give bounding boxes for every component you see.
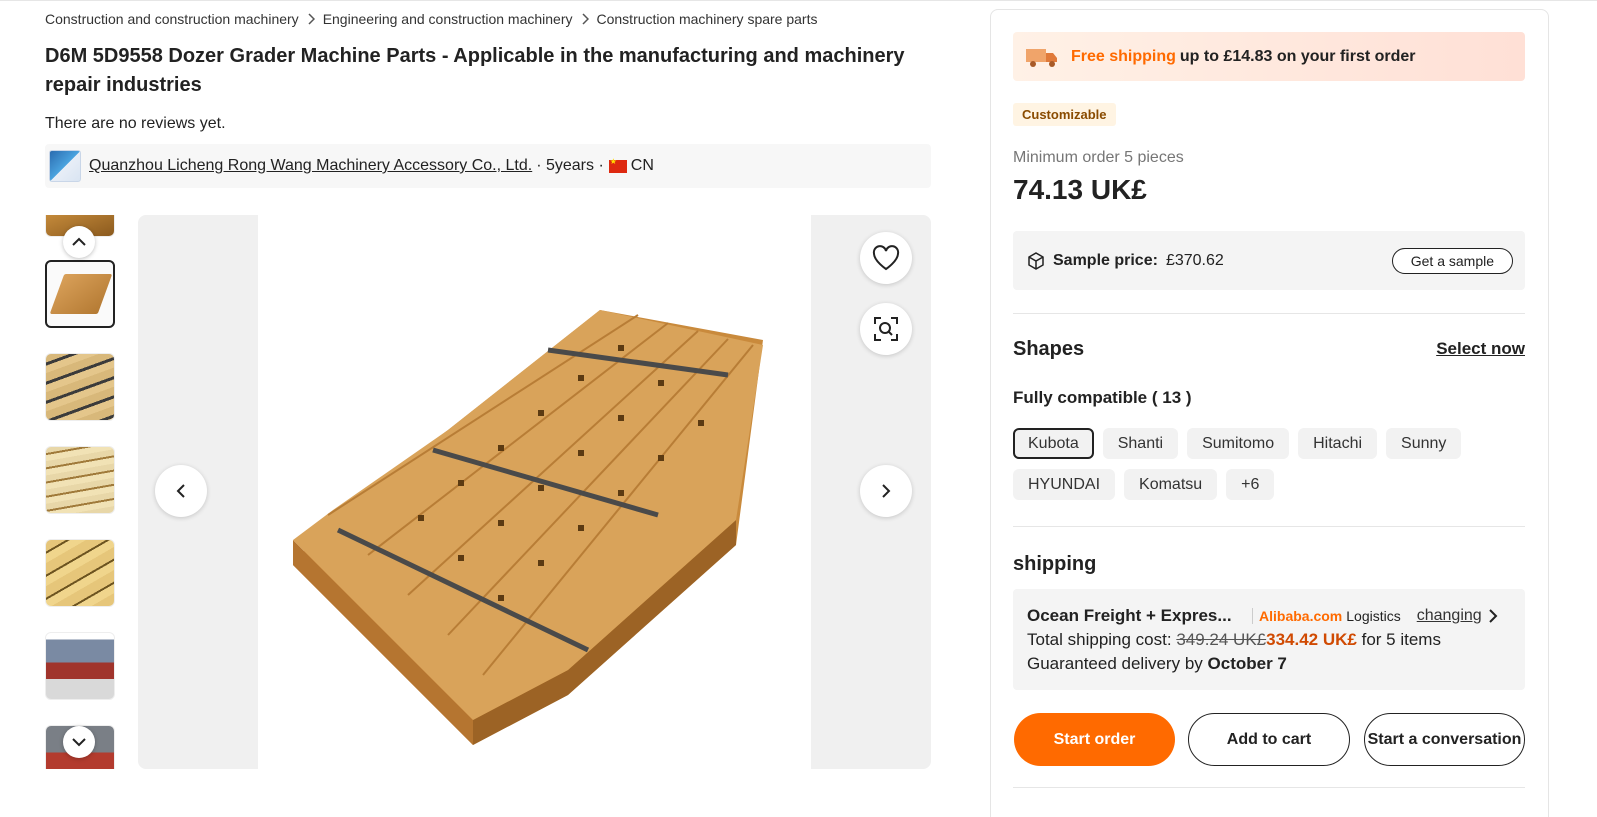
logistics-text: Logistics xyxy=(1346,608,1401,624)
discounted-shipping-cost: 334.42 UK£ xyxy=(1266,630,1357,649)
delivery-date: October 7 xyxy=(1207,654,1287,673)
divider xyxy=(1013,787,1525,788)
thumbnail-image[interactable] xyxy=(45,446,115,514)
visual-search-icon xyxy=(874,317,898,341)
chevron-left-icon xyxy=(176,484,185,498)
chip-hitachi[interactable]: Hitachi xyxy=(1298,428,1378,459)
favorite-button[interactable] xyxy=(860,232,912,284)
supplier-country: CN xyxy=(630,157,654,174)
start-order-button[interactable]: Start order xyxy=(1014,713,1175,766)
change-shipping-link[interactable]: changing xyxy=(1417,604,1482,628)
thumbnail-scroll-up-button[interactable] xyxy=(63,226,95,258)
chip-hyundai[interactable]: HYUNDAI xyxy=(1013,469,1116,500)
delivery-line: Guaranteed delivery by October 7 xyxy=(1027,652,1525,676)
chevron-right-icon xyxy=(299,13,323,25)
chevron-right-icon xyxy=(882,484,891,498)
breadcrumb-item-engineering[interactable]: Engineering and construction machinery xyxy=(323,11,573,27)
compatibility-heading: Fully compatible ( 13 ) xyxy=(1013,388,1192,407)
logistics-brand: Alibaba.com Logistics xyxy=(1252,608,1401,624)
gallery-prev-button[interactable] xyxy=(155,465,207,517)
shipping-method: Ocean Freight + Expres... xyxy=(1027,606,1232,625)
start-conversation-button[interactable]: Start a conversation xyxy=(1364,713,1525,766)
chevron-up-icon xyxy=(72,237,86,246)
package-icon xyxy=(1028,251,1044,270)
china-flag-icon xyxy=(608,157,627,173)
sample-price-value: £370.62 xyxy=(1165,251,1224,269)
minimum-order: Minimum order 5 pieces xyxy=(1013,149,1184,166)
thumbnail-strip xyxy=(45,215,117,769)
sample-price-box: Sample price: £370.62 Get a sample xyxy=(1013,231,1525,290)
product-title: D6M 5D9558 Dozer Grader Machine Parts - … xyxy=(45,45,905,96)
chip-sumitomo[interactable]: Sumitomo xyxy=(1187,428,1290,459)
supplier-logo[interactable] xyxy=(49,150,81,182)
main-image-viewer xyxy=(138,215,931,769)
main-product-image[interactable] xyxy=(258,215,811,769)
truck-icon xyxy=(1026,48,1057,67)
thumbnail-image[interactable] xyxy=(45,632,115,700)
shipping-details: Ocean Freight + Expres... Alibaba.com Lo… xyxy=(1013,589,1525,690)
top-divider xyxy=(0,0,1597,1)
thumbnail-image[interactable] xyxy=(45,539,115,607)
shapes-heading: Shapes xyxy=(1013,338,1085,360)
chip-shanti[interactable]: Shanti xyxy=(1102,428,1179,459)
select-now-link[interactable]: Select now xyxy=(1436,339,1525,359)
chip-kubota[interactable]: Kubota xyxy=(1013,428,1094,459)
supplier-bar: Quanzhou Licheng Rong Wang Machinery Acc… xyxy=(45,144,931,188)
alibaba-logo-text: Alibaba.com xyxy=(1259,608,1343,624)
shipping-heading: shipping xyxy=(1013,553,1097,575)
breadcrumb: Construction and construction machinery … xyxy=(45,11,818,27)
shipping-cost-line: Total shipping cost: 349.24 UK£334.42 UK… xyxy=(1027,628,1525,652)
chevron-down-icon xyxy=(72,738,86,747)
chevron-right-icon[interactable] xyxy=(1488,608,1498,624)
image-search-button[interactable] xyxy=(860,303,912,355)
free-shipping-highlight: Free shipping xyxy=(1071,47,1176,65)
shipping-items: for 5 items xyxy=(1361,630,1441,649)
thumbnail-scroll-down-button[interactable] xyxy=(63,726,95,758)
free-shipping-banner: Free shipping up to £14.83 on your first… xyxy=(1013,32,1525,81)
breadcrumb-item-construction[interactable]: Construction and construction machinery xyxy=(45,11,299,27)
chip-komatsu[interactable]: Komatsu xyxy=(1124,469,1218,500)
heart-icon xyxy=(872,245,900,271)
delivery-label: Guaranteed delivery by xyxy=(1027,654,1203,673)
breadcrumb-item-spare-parts[interactable]: Construction machinery spare parts xyxy=(597,11,818,27)
free-shipping-text: up to £14.83 on your first order xyxy=(1179,47,1416,65)
add-to-cart-button[interactable]: Add to cart xyxy=(1188,713,1350,766)
unit-price: 74.13 UK£ xyxy=(1013,174,1147,205)
gallery-next-button[interactable] xyxy=(860,465,912,517)
supplier-years: · 5years · xyxy=(536,157,604,174)
reviews-text: There are no reviews yet. xyxy=(45,115,226,132)
brand-chip-list: Kubota Shanti Sumitomo Hitachi Sunny HYU… xyxy=(1013,428,1525,500)
thumbnail-image[interactable] xyxy=(45,353,115,421)
chip-more[interactable]: +6 xyxy=(1226,469,1275,500)
divider xyxy=(1013,313,1525,314)
thumbnail-image-active[interactable] xyxy=(45,260,115,328)
chevron-right-icon xyxy=(573,13,597,25)
shipping-cost-label: Total shipping cost: xyxy=(1027,630,1172,649)
divider xyxy=(1013,526,1525,527)
chip-sunny[interactable]: Sunny xyxy=(1386,428,1462,459)
get-sample-button[interactable]: Get a sample xyxy=(1391,248,1513,274)
sample-price-label: Sample price: xyxy=(1053,251,1158,269)
supplier-name-link[interactable]: Quanzhou Licheng Rong Wang Machinery Acc… xyxy=(89,157,532,175)
purchase-panel: Free shipping up to £14.83 on your first… xyxy=(990,9,1549,817)
original-shipping-cost: 349.24 UK£ xyxy=(1176,630,1267,649)
customizable-badge: Customizable xyxy=(1013,103,1116,126)
